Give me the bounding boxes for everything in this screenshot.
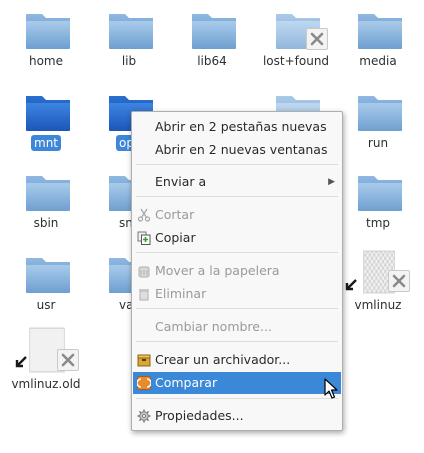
file-name: run bbox=[367, 136, 389, 150]
menu-item-properties[interactable]: Propiedades... bbox=[133, 405, 341, 427]
folder-item[interactable]: tmp bbox=[336, 164, 420, 250]
folder-item[interactable]: lib bbox=[87, 2, 171, 88]
broken-link-item[interactable]: vmlinuz bbox=[336, 246, 420, 332]
menu-item-send-to[interactable]: Enviar a ▶ bbox=[133, 171, 341, 193]
folder-icon bbox=[26, 14, 70, 49]
folder-item-selected[interactable]: mnt bbox=[4, 84, 88, 170]
file-name: home bbox=[28, 54, 64, 68]
file-name: tmp bbox=[365, 216, 390, 230]
folder-item[interactable]: usr bbox=[4, 246, 88, 332]
folder-item[interactable]: run bbox=[336, 84, 420, 170]
menu-item-open-windows[interactable]: Abrir en 2 nuevas ventanas bbox=[133, 139, 341, 161]
copy-icon bbox=[137, 231, 151, 245]
broken-icon bbox=[57, 349, 79, 371]
menu-separator bbox=[136, 164, 338, 165]
folder-item[interactable]: lost+found bbox=[254, 2, 338, 88]
menu-item-move-trash[interactable]: Mover a la papelera bbox=[133, 260, 341, 282]
file-name: lost+found bbox=[262, 54, 330, 68]
file-name: lib64 bbox=[197, 54, 227, 68]
file-name: media bbox=[359, 54, 397, 68]
delete-icon bbox=[139, 289, 149, 301]
folder-item[interactable]: lib64 bbox=[170, 2, 254, 88]
scissors-icon bbox=[137, 208, 151, 222]
folder-icon bbox=[109, 14, 153, 49]
menu-separator bbox=[136, 398, 338, 399]
folder-icon bbox=[26, 176, 70, 211]
folder-icon bbox=[358, 14, 402, 49]
file-name: lib bbox=[121, 54, 137, 68]
mouse-cursor-icon bbox=[324, 378, 338, 399]
folder-item[interactable]: media bbox=[336, 2, 420, 88]
folder-icon bbox=[192, 14, 236, 49]
folder-icon bbox=[358, 96, 402, 131]
file-name: mnt bbox=[31, 135, 61, 151]
symlink-arrow-icon bbox=[15, 356, 27, 368]
broken-link-item[interactable]: vmlinuz.old bbox=[4, 325, 88, 411]
menu-item-create-archive[interactable]: Crear un archivador... bbox=[133, 349, 341, 371]
gear-icon bbox=[137, 409, 151, 423]
menu-item-open-tabs[interactable]: Abrir en 2 pestañas nuevas bbox=[133, 116, 341, 138]
menu-separator bbox=[136, 252, 338, 253]
menu-item-rename[interactable]: Cambiar nombre... bbox=[133, 316, 341, 338]
compare-icon bbox=[137, 376, 151, 390]
file-name: vmlinuz.old bbox=[11, 377, 81, 391]
archive-icon bbox=[137, 354, 151, 367]
file-name: vmlinuz bbox=[354, 298, 402, 312]
folder-icon bbox=[26, 258, 70, 293]
menu-item-cut[interactable]: Cortar bbox=[133, 204, 341, 226]
file-name: usr bbox=[36, 298, 56, 312]
menu-item-compare[interactable]: Comparar bbox=[133, 372, 341, 394]
trash-move-icon bbox=[138, 266, 150, 278]
menu-item-copy[interactable]: Copiar bbox=[133, 227, 341, 249]
menu-item-delete[interactable]: Eliminar bbox=[133, 283, 341, 305]
broken-icon bbox=[388, 270, 410, 292]
symlink-arrow-icon bbox=[345, 279, 357, 291]
no-access-icon bbox=[306, 28, 328, 50]
folder-icon bbox=[358, 176, 402, 211]
submenu-arrow-icon: ▶ bbox=[328, 177, 335, 187]
folder-icon bbox=[26, 96, 70, 131]
context-menu: Abrir en 2 pestañas nuevas Abrir en 2 nu… bbox=[131, 111, 343, 431]
menu-separator bbox=[136, 196, 338, 197]
folder-item[interactable]: home bbox=[4, 2, 88, 88]
file-name: sbin bbox=[33, 216, 59, 230]
menu-separator bbox=[136, 341, 338, 342]
folder-item[interactable]: sbin bbox=[4, 164, 88, 250]
menu-separator bbox=[136, 308, 338, 309]
